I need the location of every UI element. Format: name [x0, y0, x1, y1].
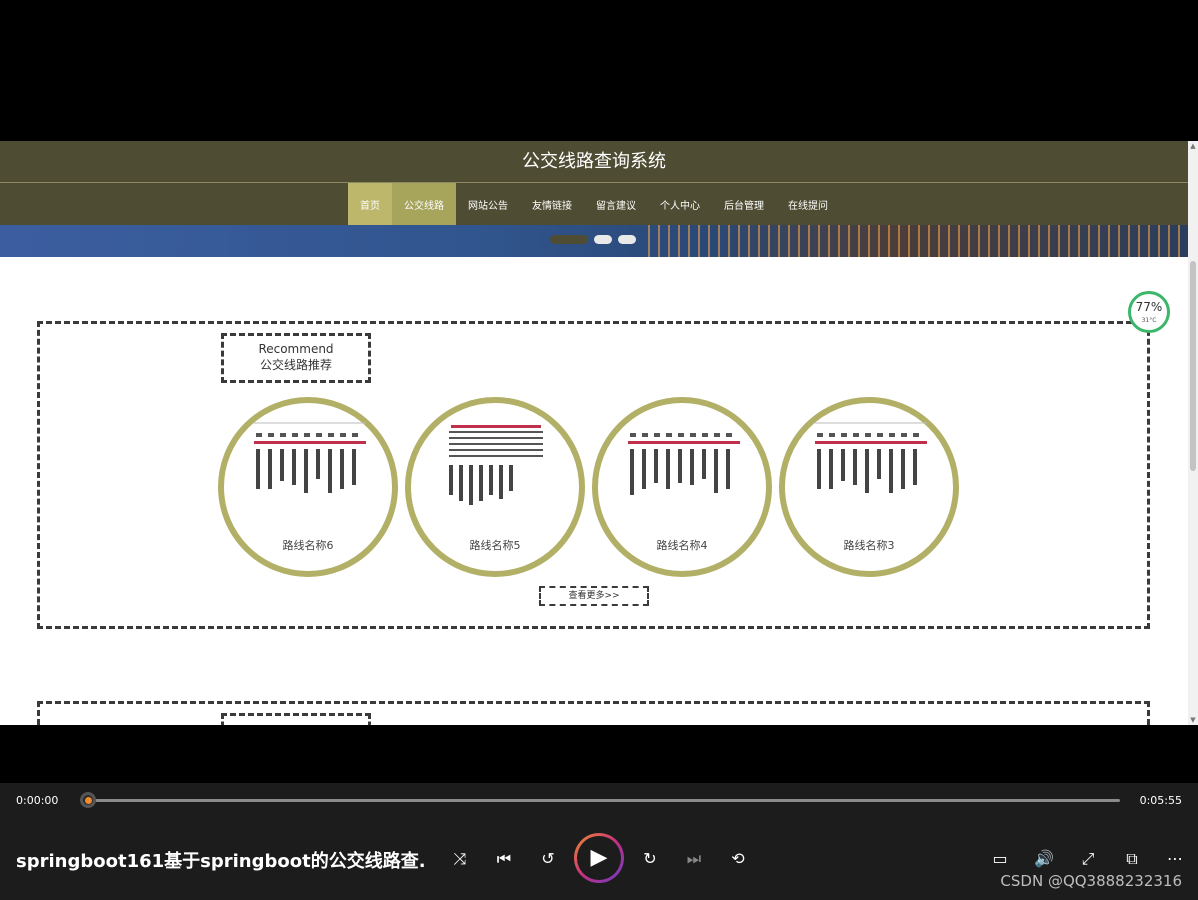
csdn-watermark: CSDN @QQ3888232316	[1000, 872, 1182, 890]
recommend-title-en: Recommend	[258, 342, 334, 356]
route-name: 路线名称6	[282, 539, 334, 552]
nav-personal-center[interactable]: 个人中心	[648, 183, 712, 225]
seek-knob[interactable]	[80, 792, 96, 808]
schedule-image	[254, 422, 366, 493]
rewind-10-icon[interactable]: ↺	[535, 846, 561, 872]
player-controls: 0:00:00 0:05:55 springboot161基于springboo…	[0, 783, 1198, 900]
carousel-dot-2[interactable]	[594, 235, 612, 244]
schedule-image	[449, 425, 543, 505]
recommend-heading: Recommend 公交线路推荐	[221, 333, 371, 383]
subtitles-icon[interactable]: ▭	[987, 846, 1013, 872]
schedule-image	[815, 422, 927, 493]
shuffle-icon[interactable]: ⤨	[447, 846, 473, 872]
main-nav: 首页 公交线路 网站公告 友情链接 留言建议 个人中心 后台管理 在线提问	[0, 183, 1188, 225]
performance-badge[interactable]: 77% 31°C	[1128, 291, 1170, 333]
banner-carousel	[0, 225, 1188, 257]
perf-value: 77%	[1135, 300, 1163, 314]
nav-friend-links[interactable]: 友情链接	[520, 183, 584, 225]
scroll-up-arrow-icon[interactable]: ▲	[1188, 141, 1198, 151]
route-name: 路线名称4	[656, 539, 708, 552]
schedule-image	[628, 433, 740, 495]
scroll-thumb[interactable]	[1190, 261, 1196, 471]
next-icon[interactable]: ⏭	[681, 846, 707, 872]
route-cards: 路线名称6 路线名称5 路线名称4 路线名称3	[218, 397, 959, 577]
carousel-indicators	[550, 235, 636, 244]
nav-feedback[interactable]: 留言建议	[584, 183, 648, 225]
video-player-window: 公交线路查询系统 首页 公交线路 网站公告 友情链接 留言建议 个人中心 后台管…	[0, 0, 1198, 900]
recommend-section: Recommend 公交线路推荐 路线名称6 路线名称5 路线名称4 路线名称3…	[37, 321, 1150, 629]
video-title: springboot161基于springboot的公交线路查...	[16, 851, 426, 872]
total-time: 0:05:55	[1139, 794, 1182, 807]
seek-bar[interactable]	[88, 799, 1120, 802]
route-name: 路线名称5	[469, 539, 521, 552]
play-icon: ▶	[577, 836, 621, 880]
nav-admin[interactable]: 后台管理	[712, 183, 776, 225]
play-button[interactable]: ▶	[574, 833, 624, 883]
nav-home[interactable]: 首页	[348, 183, 392, 225]
second-section	[37, 701, 1150, 725]
route-card[interactable]: 路线名称3	[779, 397, 959, 577]
page-scrollbar[interactable]: ▲ ▼	[1188, 141, 1198, 725]
route-card[interactable]: 路线名称6	[218, 397, 398, 577]
nav-online-question[interactable]: 在线提问	[776, 183, 840, 225]
more-options-icon[interactable]: ⋯	[1162, 846, 1188, 872]
current-time: 0:00:00	[16, 794, 59, 807]
picture-in-picture-icon[interactable]: ⧉	[1119, 846, 1145, 872]
carousel-dot-1[interactable]	[550, 235, 588, 244]
route-card[interactable]: 路线名称5	[405, 397, 585, 577]
recommend-title-cn: 公交线路推荐	[259, 358, 332, 372]
route-card[interactable]: 路线名称4	[592, 397, 772, 577]
repeat-icon[interactable]: ⟲	[725, 846, 751, 872]
scroll-down-arrow-icon[interactable]: ▼	[1188, 715, 1198, 725]
carousel-dot-3[interactable]	[618, 235, 636, 244]
banner-lights	[640, 225, 1188, 257]
nav-announcements[interactable]: 网站公告	[456, 183, 520, 225]
volume-icon[interactable]: 🔊	[1031, 846, 1057, 872]
second-section-heading	[221, 713, 371, 725]
view-more-button[interactable]: 查看更多>>	[539, 586, 649, 606]
nav-bus-routes[interactable]: 公交线路	[392, 183, 456, 225]
perf-temp: 31°C	[1141, 317, 1157, 324]
page-title: 公交线路查询系统	[0, 141, 1188, 183]
route-name: 路线名称3	[843, 539, 895, 552]
webpage-viewport: 公交线路查询系统 首页 公交线路 网站公告 友情链接 留言建议 个人中心 后台管…	[0, 141, 1188, 725]
forward-30-icon[interactable]: ↻	[637, 846, 663, 872]
previous-icon[interactable]: ⏮	[491, 846, 517, 872]
fullscreen-icon[interactable]: ⤢	[1075, 846, 1101, 872]
